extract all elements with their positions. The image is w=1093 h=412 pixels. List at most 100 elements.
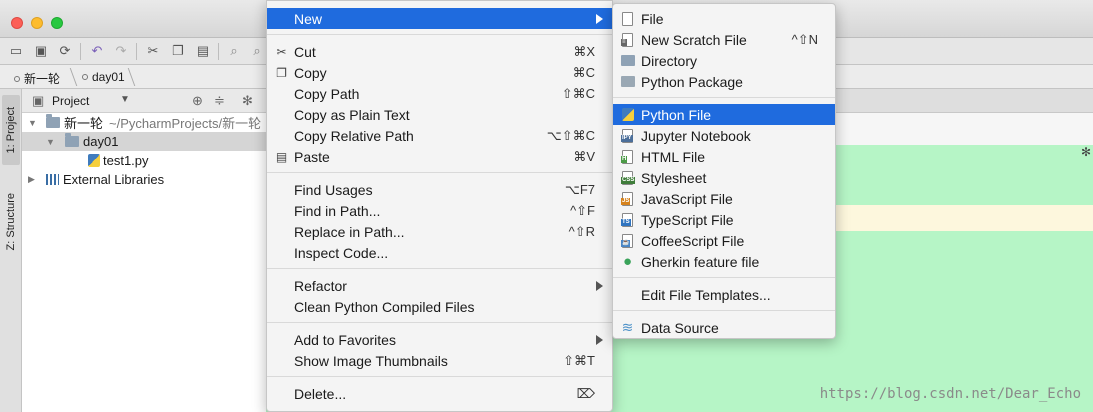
- menu-item-label: Copy Path: [294, 85, 360, 102]
- menu-item-new[interactable]: New: [267, 8, 612, 29]
- menu-item-label: Stylesheet: [641, 169, 707, 186]
- menu-item-refactor[interactable]: Refactor: [267, 275, 612, 296]
- coffeescript-file-icon: ☕: [620, 233, 635, 248]
- scissors-icon: ✂: [276, 44, 287, 59]
- gear-icon[interactable]: ✻: [242, 93, 253, 109]
- expand-arrow-icon[interactable]: ▼: [46, 137, 55, 147]
- menu-separator: [267, 376, 612, 377]
- scratch-file-icon: ≡: [620, 32, 635, 47]
- chevron-down-icon[interactable]: ▼: [120, 94, 130, 105]
- package-folder-icon: [620, 74, 635, 89]
- menu-shortcut: ^⇧N: [791, 31, 818, 47]
- menu-item-python-file[interactable]: Python File: [613, 104, 835, 125]
- replace-icon[interactable]: ⌕: [249, 43, 265, 59]
- tree-row-external-libraries[interactable]: ▶ External Libraries: [22, 170, 266, 189]
- menu-separator: [267, 322, 612, 323]
- menu-item-gherkin-feature-file[interactable]: ● Gherkin feature file: [613, 251, 835, 272]
- menu-item-directory[interactable]: Directory: [613, 50, 835, 71]
- folder-icon: [65, 133, 79, 147]
- menu-item-jupyter-notebook[interactable]: IPY Jupyter Notebook: [613, 125, 835, 146]
- menu-item-inspect-code[interactable]: Inspect Code...: [267, 242, 612, 263]
- find-icon[interactable]: ⌕: [226, 43, 242, 59]
- breadcrumb-label: 新一轮: [24, 72, 61, 86]
- project-panel-title[interactable]: Project: [52, 94, 89, 108]
- menu-item-coffeescript-file[interactable]: ☕ CoffeeScript File: [613, 230, 835, 251]
- breadcrumb-project[interactable]: 新一轮: [14, 70, 60, 87]
- menu-item-label: Inspect Code...: [294, 244, 389, 261]
- css-file-icon: CSS: [620, 170, 636, 185]
- tool-window-strip: 1: Project Z: Structure: [0, 89, 22, 412]
- menu-item-find-usages[interactable]: Find Usages ⌥F7: [267, 179, 612, 200]
- folder-icon: [46, 114, 60, 128]
- menu-item-label: File: [641, 10, 664, 27]
- copy-icon: ❐: [276, 65, 287, 80]
- tool-tab-structure[interactable]: Z: Structure: [2, 181, 20, 263]
- menu-shortcut: ⌘X: [573, 43, 595, 59]
- sync-icon[interactable]: ⟳: [57, 43, 73, 59]
- tree-row-test1[interactable]: test1.py: [22, 151, 266, 170]
- menu-item-edit-file-templates[interactable]: Edit File Templates...: [613, 284, 835, 305]
- window-minimize-button[interactable]: [31, 17, 43, 29]
- save-icon[interactable]: ▣: [33, 43, 49, 59]
- menu-item-show-image-thumbnails[interactable]: Show Image Thumbnails ⇧⌘T: [267, 350, 612, 371]
- window-maximize-button[interactable]: [51, 17, 63, 29]
- menu-separator: [613, 277, 835, 278]
- menu-item-label: Clean Python Compiled Files: [294, 298, 475, 315]
- menu-item-label: Data Source: [641, 319, 719, 336]
- target-icon[interactable]: ⊕: [192, 93, 203, 109]
- menu-item-label: Delete...: [294, 385, 347, 402]
- javascript-file-icon: JS: [620, 191, 635, 206]
- menu-item-data-source[interactable]: ≋ Data Source: [613, 317, 835, 338]
- menu-item-label: Copy as Plain Text: [294, 106, 410, 123]
- menu-item-copy-path[interactable]: Copy Path ⇧⌘C: [267, 83, 612, 104]
- menu-item-paste[interactable]: ▤ Paste ⌘V: [267, 146, 612, 167]
- collapse-all-icon[interactable]: ≑: [214, 93, 225, 109]
- menu-item-typescript-file[interactable]: TS TypeScript File: [613, 209, 835, 230]
- menu-item-label: Python File: [641, 106, 712, 123]
- tool-tab-project[interactable]: 1: Project: [2, 95, 20, 165]
- menu-item-add-to-favorites[interactable]: Add to Favorites: [267, 329, 612, 350]
- menu-item-clean-python-compiled[interactable]: Clean Python Compiled Files: [267, 296, 612, 317]
- menu-item-javascript-file[interactable]: JS JavaScript File: [613, 188, 835, 209]
- tree-path: ~/PycharmProjects/新一轮: [109, 116, 262, 131]
- menu-item-copy[interactable]: ❐ Copy ⌘C: [267, 62, 612, 83]
- open-folder-icon[interactable]: ▭: [8, 43, 24, 59]
- menu-item-replace-in-path[interactable]: Replace in Path... ^⇧R: [267, 221, 612, 242]
- submenu-arrow-icon: [596, 13, 603, 24]
- redo-icon[interactable]: ↷: [113, 43, 129, 59]
- copy-icon[interactable]: ❐: [170, 43, 186, 59]
- tree-row-project-root[interactable]: ▼ 新一轮 ~/PycharmProjects/新一轮: [22, 113, 266, 132]
- menu-item-cut[interactable]: ✂ Cut ⌘X: [267, 41, 612, 62]
- menu-item-label: New Scratch File: [641, 31, 747, 48]
- menu-shortcut: ⇧⌘C: [561, 85, 595, 101]
- menu-item-label: Copy: [294, 64, 327, 81]
- submenu-arrow-icon: [596, 334, 603, 345]
- menu-item-copy-relative-path[interactable]: Copy Relative Path ⌥⇧⌘C: [267, 125, 612, 146]
- window-close-button[interactable]: [11, 17, 23, 29]
- menu-item-copy-plain-text[interactable]: Copy as Plain Text: [267, 104, 612, 125]
- cut-icon[interactable]: ✂: [145, 43, 161, 59]
- breadcrumb-folder[interactable]: day01: [82, 70, 125, 84]
- expand-arrow-icon[interactable]: ▶: [28, 174, 35, 185]
- database-icon: ≋: [621, 319, 634, 335]
- tree-label: 新一轮: [64, 116, 104, 131]
- expand-arrow-icon[interactable]: ▼: [28, 118, 37, 128]
- menu-item-label: Gherkin feature file: [641, 253, 760, 270]
- menu-item-html-file[interactable]: H HTML File: [613, 146, 835, 167]
- undo-icon[interactable]: ↶: [89, 43, 105, 59]
- menu-item-find-in-path[interactable]: Find in Path... ^⇧F: [267, 200, 612, 221]
- menu-item-python-package[interactable]: Python Package: [613, 71, 835, 92]
- menu-item-label: TypeScript File: [641, 211, 734, 228]
- tree-row-day01[interactable]: ▼ day01: [22, 132, 266, 151]
- menu-shortcut: ⇧⌘T: [563, 352, 595, 368]
- context-menu: New ✂ Cut ⌘X ❐ Copy ⌘C Copy Path ⇧⌘C Cop…: [266, 0, 613, 412]
- menu-item-new-scratch-file[interactable]: ≡ New Scratch File ^⇧N: [613, 29, 835, 50]
- gear-icon[interactable]: ✻: [1081, 145, 1091, 159]
- menu-item-delete[interactable]: Delete... ⌦: [267, 383, 612, 404]
- menu-item-label: Replace in Path...: [294, 223, 405, 240]
- paste-icon[interactable]: ▤: [195, 43, 211, 59]
- breadcrumb-separator: [60, 68, 78, 86]
- menu-item-stylesheet[interactable]: CSS Stylesheet: [613, 167, 835, 188]
- menu-item-file[interactable]: File: [613, 8, 835, 29]
- menu-shortcut: ^⇧R: [568, 223, 595, 239]
